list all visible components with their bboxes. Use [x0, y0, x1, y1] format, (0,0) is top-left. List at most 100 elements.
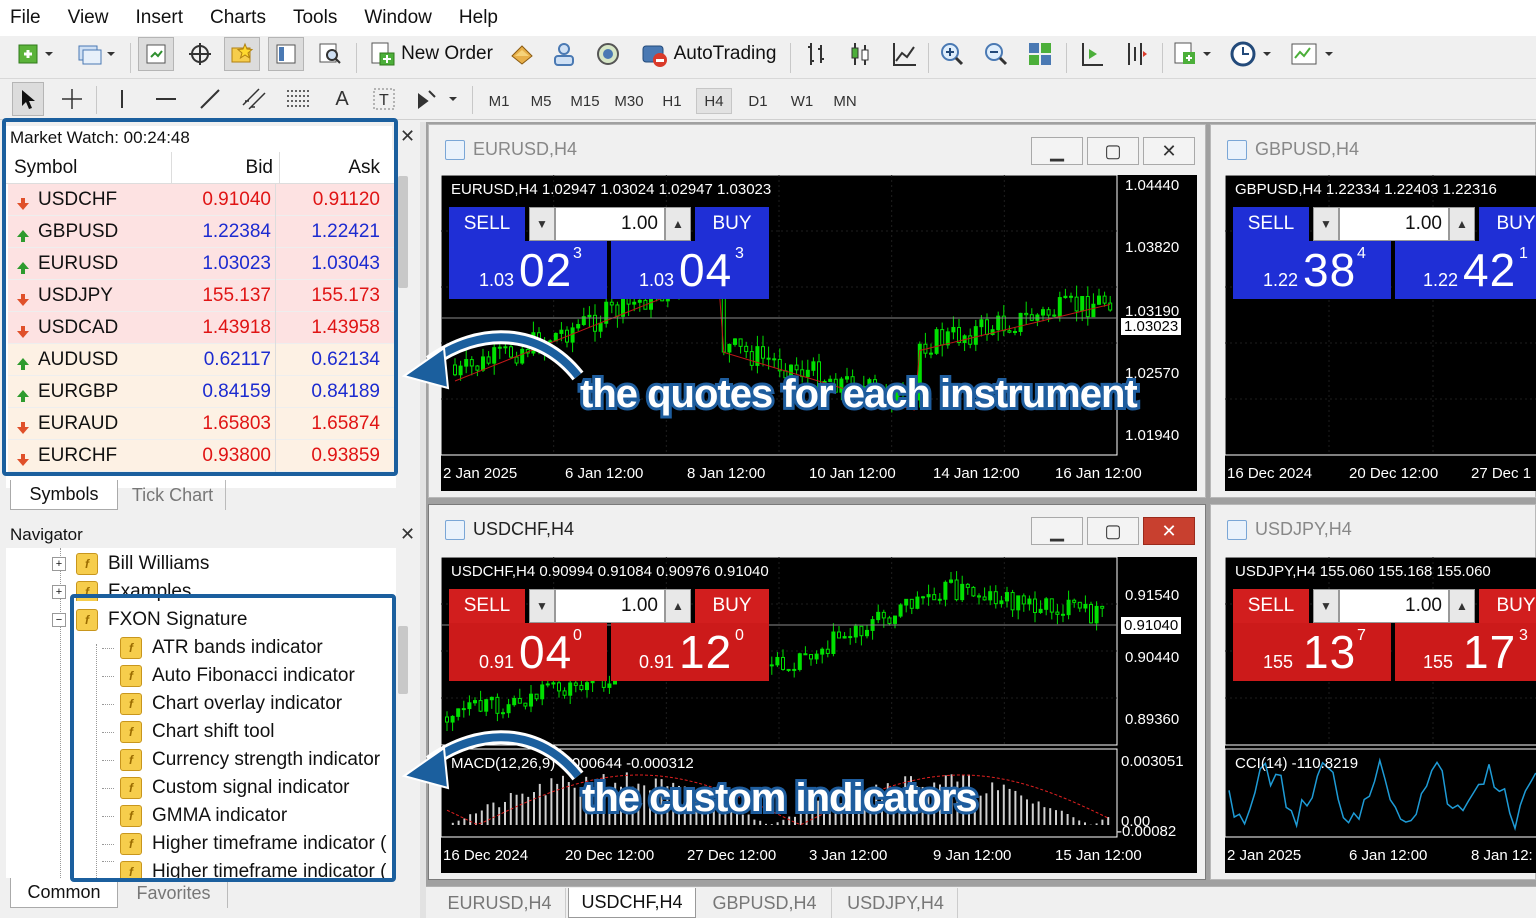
sell-price-button[interactable]: 155 13 7 [1233, 623, 1391, 681]
buy-price-button[interactable]: 0.91 12 0 [611, 623, 769, 681]
tab-symbols[interactable]: Symbols [10, 480, 118, 510]
menu-view[interactable]: View [58, 7, 118, 29]
timeframe-h1[interactable]: H1 [654, 88, 690, 114]
lot-increase-icon[interactable]: ▲ [665, 207, 691, 241]
lot-decrease-icon[interactable]: ▼ [1313, 207, 1339, 241]
menu-insert[interactable]: Insert [125, 7, 192, 29]
chart-tab-gbpusd[interactable]: GBPUSD,H4 [698, 888, 832, 918]
new-chart-button[interactable] [10, 37, 60, 71]
timeframe-h4[interactable]: H4 [696, 88, 732, 114]
chart-window-gbpusd[interactable]: GBPUSD,H4 16 Dec 2024 20 Dec 12:00 27 Dec … [1210, 124, 1536, 498]
lot-size-input[interactable]: 1.00 [1339, 589, 1449, 623]
sell-price-button[interactable]: 1.22 38 4 [1233, 241, 1391, 299]
lot-decrease-icon[interactable]: ▼ [1313, 589, 1339, 623]
buy-button[interactable]: BUY [1479, 207, 1536, 241]
chart-tab-eurusd[interactable]: EURUSD,H4 [434, 888, 566, 918]
arrows-dropdown-icon[interactable] [412, 82, 462, 116]
chart-tab-usdchf[interactable]: USDCHF,H4 [568, 888, 696, 918]
market-watch-scrollbar[interactable] [398, 176, 408, 288]
tab-tick-chart[interactable]: Tick Chart [120, 480, 226, 510]
new-order-button[interactable]: New Order [364, 37, 498, 71]
menu-charts[interactable]: Charts [200, 7, 275, 29]
sell-button[interactable]: SELL [1233, 589, 1309, 623]
crosshair-icon[interactable] [56, 82, 88, 116]
close-button[interactable]: ✕ [1143, 517, 1195, 545]
data-window-crosshair-icon[interactable] [182, 37, 218, 71]
trendline-icon[interactable] [194, 82, 226, 116]
zoom-in-icon[interactable] [934, 37, 970, 71]
menu-tools[interactable]: Tools [283, 7, 346, 29]
templates-button[interactable] [1286, 37, 1340, 71]
lot-increase-icon[interactable]: ▲ [665, 589, 691, 623]
chart-window-usdchf[interactable]: USDCHF,H4 ▁ ▢ ✕ 0.91540 0.91040 0.90440 0.8… [428, 504, 1206, 880]
strategy-tester-icon[interactable] [312, 37, 348, 71]
candlesticks-icon[interactable] [842, 37, 878, 71]
zoom-out-icon[interactable] [978, 37, 1014, 71]
text-label-icon[interactable]: T [368, 82, 400, 116]
navigator-close-icon[interactable]: ✕ [400, 524, 415, 545]
market-watch-close-icon[interactable]: ✕ [400, 126, 415, 147]
autotrading-button[interactable]: AutoTrading [634, 37, 782, 71]
timeframe-mn[interactable]: MN [826, 88, 864, 114]
market-icon[interactable] [590, 37, 626, 71]
text-tool-icon[interactable]: A [326, 82, 358, 116]
market-watch-toggle-icon[interactable] [138, 37, 174, 71]
sell-button[interactable]: SELL [449, 207, 525, 241]
lot-size-input[interactable]: 1.00 [555, 207, 665, 241]
chart-window-usdjpy[interactable]: USDJPY,H4 CCI(14) -110.8219 2 Jan 2025 6 J… [1210, 504, 1536, 880]
line-chart-icon[interactable] [886, 37, 922, 71]
minimize-button[interactable]: ▁ [1031, 517, 1083, 545]
buy-price-button[interactable]: 1.22 42 1 [1395, 241, 1536, 299]
chart-shift-icon[interactable] [1118, 37, 1154, 71]
cursor-icon[interactable] [12, 82, 44, 116]
tile-windows-icon[interactable] [1022, 37, 1058, 71]
buy-price-button[interactable]: 1.03 04 3 [611, 241, 769, 299]
fibonacci-icon[interactable] [282, 82, 314, 116]
buy-price-button[interactable]: 155 17 3 [1395, 623, 1536, 681]
terminal-icon[interactable] [268, 37, 304, 71]
bar-chart-icon[interactable] [798, 37, 834, 71]
timeframe-d1[interactable]: D1 [740, 88, 776, 114]
auto-scroll-icon[interactable] [1074, 37, 1110, 71]
chart-plot-usdchf[interactable]: 0.91540 0.91040 0.90440 0.89360 0.003051 0.00… [441, 557, 1197, 873]
close-button[interactable]: ✕ [1143, 137, 1195, 165]
maximize-button[interactable]: ▢ [1087, 517, 1139, 545]
tab-common[interactable]: Common [10, 878, 118, 908]
lot-increase-icon[interactable]: ▲ [1449, 589, 1475, 623]
timeframe-w1[interactable]: W1 [784, 88, 820, 114]
minimize-button[interactable]: ▁ [1031, 137, 1083, 165]
timeframe-m5[interactable]: M5 [524, 88, 558, 114]
sell-button[interactable]: SELL [449, 589, 525, 623]
metaeditor-icon[interactable] [504, 37, 540, 71]
chart-window-eurusd[interactable]: EURUSD,H4 ▁ ▢ ✕ 1.04440 1.03820 1.03190 1.0… [428, 124, 1206, 498]
sell-button[interactable]: SELL [1233, 207, 1309, 241]
tab-favorites[interactable]: Favorites [120, 878, 228, 908]
periods-clock-button[interactable] [1226, 37, 1278, 71]
lot-size-input[interactable]: 1.00 [555, 589, 665, 623]
profiles-button[interactable] [70, 37, 120, 71]
timeframe-m15[interactable]: M15 [566, 88, 604, 114]
navigator-scrollbar[interactable] [398, 626, 408, 694]
sell-price-button[interactable]: 0.91 04 0 [449, 623, 607, 681]
lot-size-input[interactable]: 1.00 [1339, 207, 1449, 241]
buy-button[interactable]: BUY [695, 207, 769, 241]
buy-button[interactable]: BUY [1479, 589, 1536, 623]
timeframe-m1[interactable]: M1 [482, 88, 516, 114]
chart-tab-usdjpy[interactable]: USDJPY,H4 [834, 888, 958, 918]
navigator-star-icon[interactable] [224, 37, 260, 71]
sell-price-button[interactable]: 1.03 02 3 [449, 241, 607, 299]
channel-icon[interactable] [238, 82, 270, 116]
menu-help[interactable]: Help [449, 7, 507, 29]
buy-button[interactable]: BUY [695, 589, 769, 623]
lot-decrease-icon[interactable]: ▼ [529, 207, 555, 241]
menu-window[interactable]: Window [354, 7, 441, 29]
maximize-button[interactable]: ▢ [1087, 137, 1139, 165]
tree-item-bill-williams[interactable]: + f Bill Williams [52, 553, 209, 575]
timeframe-m30[interactable]: M30 [610, 88, 648, 114]
lot-increase-icon[interactable]: ▲ [1449, 207, 1475, 241]
indicators-list-button[interactable] [1168, 37, 1218, 71]
horizontal-line-icon[interactable] [150, 82, 182, 116]
chart-plot-gbpusd[interactable]: 16 Dec 2024 20 Dec 12:00 27 Dec 1 GBPUSD,H4… [1225, 175, 1536, 491]
signals-user-icon[interactable] [546, 37, 582, 71]
chart-plot-usdjpy[interactable]: CCI(14) -110.8219 2 Jan 2025 6 Jan 12:00 8 … [1225, 557, 1536, 873]
